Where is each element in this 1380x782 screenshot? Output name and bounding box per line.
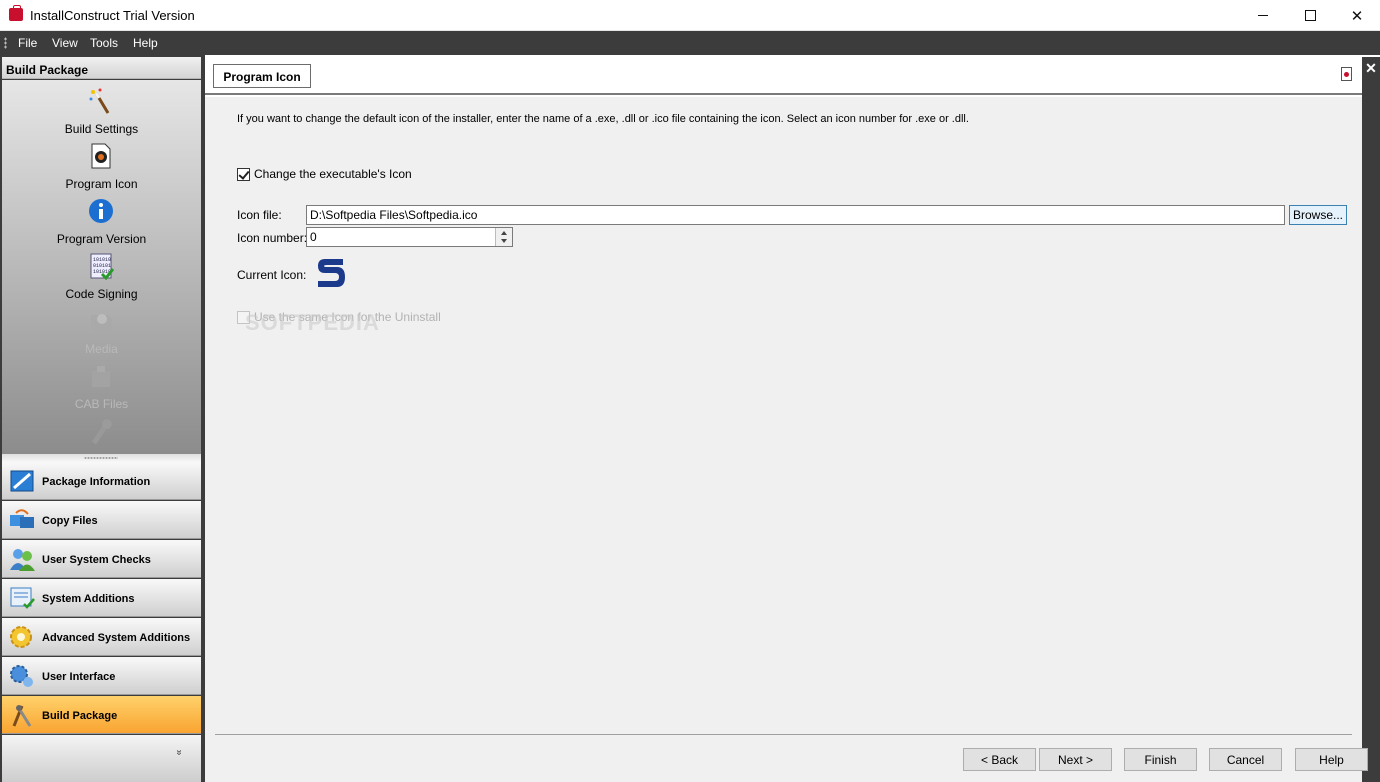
spin-up-icon[interactable] (501, 231, 507, 235)
nav-expand-button[interactable]: » (173, 750, 184, 756)
menu-bar: File View Tools Help (0, 31, 1380, 55)
task-list: Build Settings Program Icon Program Vers… (2, 80, 201, 454)
menu-grip-icon (4, 37, 7, 49)
cab-files-icon (92, 366, 110, 387)
task-cab-files: CAB Files (2, 359, 201, 414)
maximize-button[interactable] (1287, 0, 1333, 31)
close-button[interactable]: ✕ (1334, 0, 1380, 31)
task-program-version[interactable]: Program Version (2, 194, 201, 249)
nav-copy-files[interactable]: Copy Files (2, 501, 201, 539)
content-panel: If you want to change the default icon o… (205, 97, 1368, 782)
task-code-signing[interactable]: 101010 010101 101010 Code Signing (2, 249, 201, 304)
left-pane: Build Package Build Settings Program Ico… (0, 55, 203, 782)
info-icon (89, 199, 113, 223)
icon-number-input[interactable]: 0 (306, 227, 513, 247)
copy-files-icon (10, 509, 34, 528)
close-icon: ✕ (1365, 60, 1377, 76)
package-information-icon (10, 470, 34, 492)
current-icon-label: Current Icon: (237, 268, 307, 282)
pane-splitter-handle[interactable] (2, 454, 201, 462)
menu-view[interactable]: View (52, 36, 78, 50)
task-label: CAB Files (74, 397, 129, 411)
bottom-separator (215, 734, 1352, 735)
close-icon: ✕ (1350, 7, 1364, 25)
change-icon-checkbox-row[interactable]: Change the executable's Icon (237, 167, 412, 181)
maximize-icon (1304, 10, 1316, 21)
task-media: Media (2, 304, 201, 359)
app-toolbox-icon (9, 5, 23, 21)
right-edge-strip (1362, 57, 1380, 782)
nav-label: User System Checks (42, 554, 151, 566)
next-button[interactable]: Next > (1039, 748, 1112, 771)
nav-footer: » (2, 735, 201, 782)
change-icon-checkbox[interactable] (237, 167, 250, 181)
nav-label: Advanced System Additions (42, 632, 191, 644)
finish-button[interactable]: Finish (1124, 748, 1197, 771)
icon-file-input[interactable] (306, 205, 1285, 225)
nav-user-system-checks[interactable]: User System Checks (2, 540, 201, 578)
menu-file[interactable]: File (18, 36, 37, 50)
change-icon-label: Change the executable's Icon (254, 167, 412, 181)
document-icon[interactable] (1341, 67, 1352, 81)
tab-strip: Program Icon (205, 57, 1362, 95)
window-title: InstallConstruct Trial Version (30, 8, 195, 23)
left-pane-header: Build Package (2, 57, 201, 79)
nav-system-additions[interactable]: System Additions (2, 579, 201, 617)
task-label: Program Version (56, 232, 147, 246)
menu-help[interactable]: Help (133, 36, 158, 50)
nav-label: Package Information (42, 476, 151, 488)
task-more (2, 414, 201, 454)
task-label: Build Settings (64, 122, 139, 136)
browse-button[interactable]: Browse... (1289, 205, 1347, 225)
nav-build-package[interactable]: Build Package (2, 696, 201, 734)
app-window: InstallConstruct Trial Version ✕ File Vi… (0, 0, 1380, 782)
users-icon (10, 549, 35, 571)
menu-tools[interactable]: Tools (90, 36, 118, 50)
title-bar: InstallConstruct Trial Version ✕ (0, 0, 1380, 31)
magic-wand-icon (89, 88, 110, 114)
icon-number-spinner[interactable] (495, 228, 512, 246)
nav-advanced-system-additions[interactable]: Advanced System Additions (2, 618, 201, 656)
task-label: Code Signing (65, 287, 138, 301)
gears-icon (10, 626, 32, 648)
pane-close-button[interactable]: ✕ (1362, 57, 1380, 79)
softpedia-watermark: SOFTPEDIA (245, 310, 380, 335)
icon-file-label: Icon file: (237, 208, 282, 222)
nav-package-information[interactable]: Package Information (2, 462, 201, 500)
tools-faded-icon (91, 419, 112, 445)
nav-label: User Interface (42, 671, 116, 683)
build-tools-icon (12, 705, 32, 727)
nav-label: Build Package (42, 710, 118, 722)
media-icon (91, 314, 112, 331)
user-interface-icon (10, 665, 33, 687)
system-additions-icon (10, 587, 35, 609)
nav-label: Copy Files (42, 515, 98, 527)
task-program-icon[interactable]: Program Icon (2, 139, 201, 194)
task-label: Media (85, 342, 118, 356)
cancel-button[interactable]: Cancel (1209, 748, 1282, 771)
softpedia-s-icon (318, 259, 345, 287)
nav-user-interface[interactable]: User Interface (2, 657, 201, 695)
code-signing-icon: 101010 010101 101010 (90, 253, 114, 280)
tab-program-icon[interactable]: Program Icon (213, 64, 311, 88)
program-icon-icon (91, 143, 111, 169)
task-build-settings[interactable]: Build Settings (2, 84, 201, 139)
minimize-icon (1258, 15, 1268, 16)
minimize-button[interactable] (1240, 0, 1286, 31)
nav-label: System Additions (42, 593, 135, 605)
icon-number-label: Icon number: (237, 231, 308, 245)
task-label: Program Icon (65, 177, 138, 191)
help-button[interactable]: Help (1295, 748, 1368, 771)
intro-text: If you want to change the default icon o… (237, 113, 969, 125)
spin-down-icon[interactable] (501, 239, 507, 243)
back-button[interactable]: < Back (963, 748, 1036, 771)
